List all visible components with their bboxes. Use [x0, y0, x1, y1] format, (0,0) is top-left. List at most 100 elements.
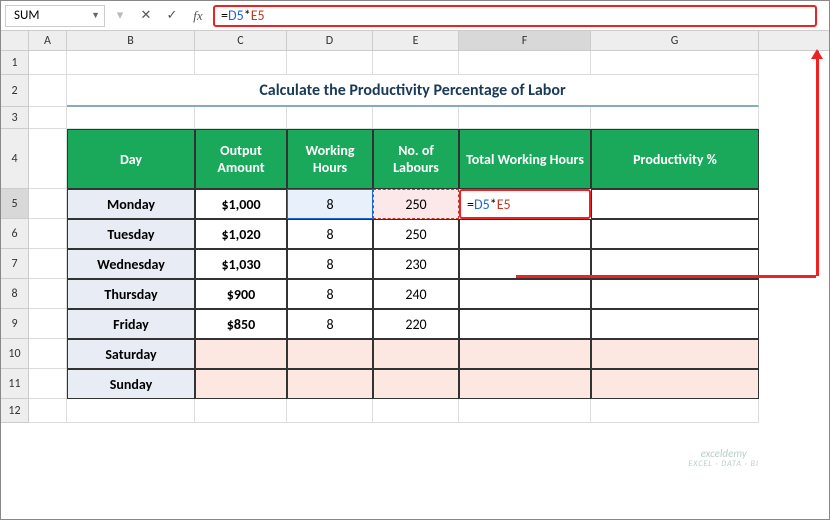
cell[interactable] [29, 399, 67, 423]
cell[interactable] [29, 129, 67, 189]
cell[interactable] [591, 369, 759, 399]
header-hours[interactable]: Working Hours [287, 129, 373, 189]
cell[interactable] [459, 339, 591, 369]
cell-labours[interactable] [373, 339, 459, 369]
col-header-d[interactable]: D [287, 31, 373, 50]
cell-hours[interactable]: 8 [287, 249, 373, 279]
dropdown-icon[interactable]: ▾ [109, 5, 131, 27]
cell-day[interactable]: Friday [67, 309, 195, 339]
cell[interactable] [287, 399, 373, 423]
cell-output[interactable]: $1,030 [195, 249, 287, 279]
cell[interactable] [287, 107, 373, 129]
cell[interactable] [459, 107, 591, 129]
cell[interactable] [29, 219, 67, 249]
row-header-6[interactable]: 6 [1, 219, 29, 249]
row-header-5[interactable]: 5 [1, 189, 29, 219]
row-header-8[interactable]: 8 [1, 279, 29, 309]
cell[interactable] [373, 107, 459, 129]
cell-d5-selected[interactable]: 8 [287, 189, 373, 219]
row-header-10[interactable]: 10 [1, 339, 29, 369]
cell[interactable] [29, 75, 67, 107]
cell[interactable] [195, 51, 287, 75]
row-header-1[interactable]: 1 [1, 51, 29, 75]
cell[interactable] [195, 399, 287, 423]
cell-output[interactable] [195, 339, 287, 369]
cell[interactable] [287, 51, 373, 75]
cell[interactable] [29, 279, 67, 309]
cell[interactable] [591, 51, 759, 75]
cell-day[interactable]: Monday [67, 189, 195, 219]
row-header-4[interactable]: 4 [1, 129, 29, 189]
cell[interactable] [459, 309, 591, 339]
cell[interactable] [459, 51, 591, 75]
cell[interactable] [591, 279, 759, 309]
col-header-c[interactable]: C [195, 31, 287, 50]
title-cell[interactable]: Calculate the Productivity Percentage of… [67, 75, 759, 107]
cell[interactable] [373, 51, 459, 75]
cell-hours[interactable]: 8 [287, 219, 373, 249]
select-all-corner[interactable] [1, 31, 29, 50]
cell[interactable] [591, 219, 759, 249]
cell[interactable] [591, 399, 759, 423]
name-box[interactable]: SUM ▼ [5, 5, 105, 27]
cell[interactable] [29, 249, 67, 279]
cell[interactable] [29, 339, 67, 369]
cell-output[interactable]: $850 [195, 309, 287, 339]
chevron-down-icon[interactable]: ▼ [91, 10, 100, 21]
cell[interactable] [591, 339, 759, 369]
cell-output[interactable]: $1,020 [195, 219, 287, 249]
formula-input[interactable]: =D5*E5 [213, 5, 817, 27]
col-header-f[interactable]: F [459, 31, 591, 50]
cell[interactable] [195, 107, 287, 129]
header-day[interactable]: Day [67, 129, 195, 189]
row-header-7[interactable]: 7 [1, 249, 29, 279]
header-prod[interactable]: Productivity % [591, 129, 759, 189]
cell-labours[interactable]: 220 [373, 309, 459, 339]
fx-icon[interactable]: fx [187, 5, 209, 27]
cell-output[interactable]: $1,000 [195, 189, 287, 219]
cell-day[interactable]: Saturday [67, 339, 195, 369]
cell-output[interactable] [195, 369, 287, 399]
cell[interactable] [67, 399, 195, 423]
header-output[interactable]: Output Amount [195, 129, 287, 189]
cell[interactable] [67, 107, 195, 129]
cell-day[interactable]: Wednesday [67, 249, 195, 279]
header-labours[interactable]: No. of Labours [373, 129, 459, 189]
cell-e5-selected[interactable]: 250 [373, 189, 459, 219]
col-header-b[interactable]: B [67, 31, 195, 50]
cell[interactable] [373, 399, 459, 423]
col-header-a[interactable]: A [29, 31, 67, 50]
cell-hours[interactable] [287, 339, 373, 369]
cell[interactable] [459, 279, 591, 309]
cell[interactable] [29, 369, 67, 399]
row-header-3[interactable]: 3 [1, 107, 29, 129]
cell[interactable] [29, 189, 67, 219]
cell-output[interactable]: $900 [195, 279, 287, 309]
cell-hours[interactable]: 8 [287, 279, 373, 309]
cell-day[interactable]: Tuesday [67, 219, 195, 249]
col-header-g[interactable]: G [591, 31, 759, 50]
cell-labours[interactable]: 240 [373, 279, 459, 309]
cell[interactable] [459, 219, 591, 249]
cell-labours[interactable]: 230 [373, 249, 459, 279]
row-header-11[interactable]: 11 [1, 369, 29, 399]
cell-labours[interactable] [373, 369, 459, 399]
cell[interactable] [459, 369, 591, 399]
cell[interactable] [459, 399, 591, 423]
header-total[interactable]: Total Working Hours [459, 129, 591, 189]
cell[interactable] [29, 51, 67, 75]
row-header-12[interactable]: 12 [1, 399, 29, 423]
cell[interactable] [591, 309, 759, 339]
cell-f5-active[interactable]: =D5*E5 [459, 189, 591, 219]
cell[interactable] [67, 51, 195, 75]
cell-hours[interactable] [287, 369, 373, 399]
cell[interactable] [591, 189, 759, 219]
cell[interactable] [29, 309, 67, 339]
cancel-icon[interactable]: ✕ [135, 5, 157, 27]
cell-hours[interactable]: 8 [287, 309, 373, 339]
cell-labours[interactable]: 250 [373, 219, 459, 249]
enter-icon[interactable]: ✓ [161, 5, 183, 27]
cell[interactable] [591, 107, 759, 129]
cell[interactable] [29, 107, 67, 129]
cell-day[interactable]: Sunday [67, 369, 195, 399]
